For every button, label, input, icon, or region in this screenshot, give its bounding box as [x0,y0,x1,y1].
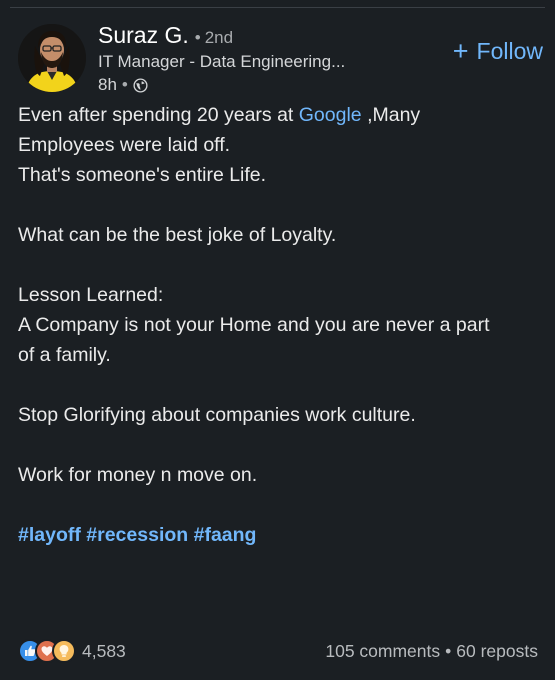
hashtag-link[interactable]: #recession [86,524,188,546]
social-counts-bar: 4,583 105 comments • 60 reposts [18,637,538,665]
post-time: 8h [98,75,117,94]
post-line: Work for money n move on. [18,464,258,486]
follow-label: Follow [476,38,543,64]
author-name[interactable]: Suraz G. [98,22,189,49]
post-text-segment: Even after spending 20 years at [18,104,299,126]
company-mention-link[interactable]: Google [299,104,362,126]
globe-icon [133,77,148,93]
post-line: A Company is not your Home and you are n… [18,314,490,336]
post-meta: 8h • [98,75,398,95]
post-line: What can be the best joke of Loyalty. [18,224,337,246]
engagement-counts: 105 comments • 60 reposts [325,641,538,662]
post-line: Lesson Learned: [18,284,164,306]
post-header: Suraz G. • 2nd IT Manager - Data Enginee… [18,22,543,95]
post-line: Stop Glorifying about companies work cul… [18,404,416,426]
reposts-count-link[interactable]: 60 reposts [456,641,538,662]
author-name-row: Suraz G. • 2nd [98,22,398,49]
author-headline: IT Manager - Data Engineering... [98,52,346,71]
hashtag-link[interactable]: #layoff [18,524,81,546]
post-line: That's someone's entire Life. [18,164,267,186]
hashtag-row: #layoff #recession #faang [18,520,543,550]
post-line: Employees were laid off. [18,134,231,156]
post-text: Even after spending 20 years at Google ,… [18,100,543,550]
comments-count-link[interactable]: 105 comments [325,641,440,662]
top-divider [10,7,545,8]
connection-degree: 2nd [204,28,234,47]
author-info: Suraz G. • 2nd IT Manager - Data Enginee… [98,22,398,95]
insightful-icon [52,639,76,663]
profile-photo [18,24,86,92]
follow-button[interactable]: + Follow [453,38,543,65]
author-avatar[interactable] [18,24,86,92]
hashtag-link[interactable]: #faang [194,524,257,546]
separator-dot: • [194,28,201,47]
plus-icon: + [452,36,469,66]
post-text-segment: ,Many [361,104,421,126]
separator-dot: • [121,75,128,94]
reactions-summary[interactable]: 4,583 [18,639,126,663]
reaction-icons [18,639,76,663]
reaction-count: 4,583 [82,640,126,661]
post-line: Even after spending 20 years at Google ,… [18,100,543,130]
post-line: of a family. [18,344,111,366]
separator-dot: • [445,640,452,661]
